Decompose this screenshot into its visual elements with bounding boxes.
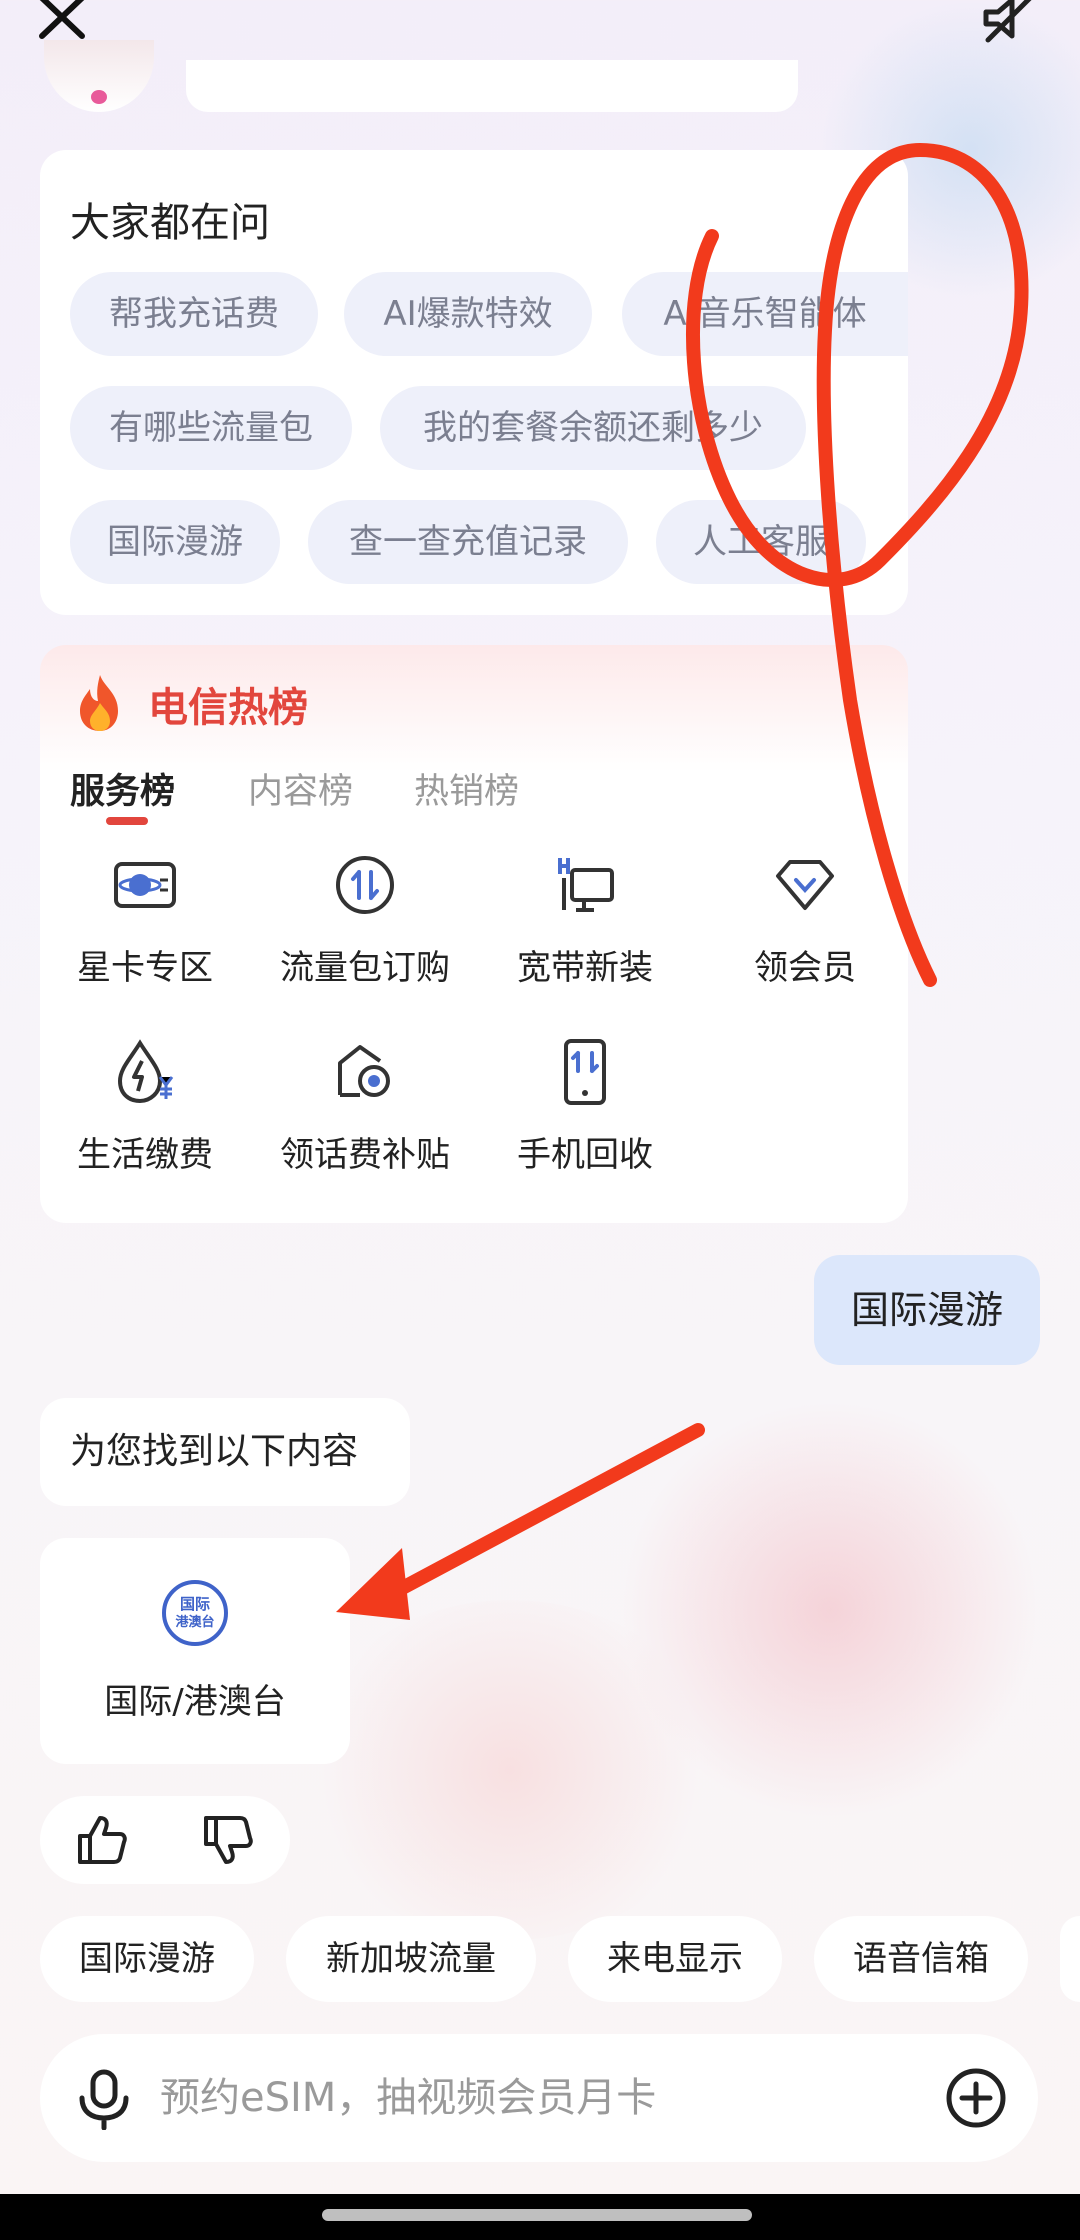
chat-input-field[interactable]: 预约eSIM，抽视频会员月卡 bbox=[160, 2034, 656, 2162]
service-label: 领会员 bbox=[754, 948, 856, 988]
fire-icon bbox=[80, 675, 118, 731]
service-label: 星卡专区 bbox=[77, 948, 213, 988]
thumbs-down-icon[interactable] bbox=[202, 1814, 254, 1866]
service-data-package[interactable]: 流量包订购 bbox=[260, 850, 470, 989]
suggestion-chip-partial[interactable] bbox=[1060, 1916, 1080, 2002]
svg-text:国际: 国际 bbox=[180, 1595, 210, 1613]
background-glow bbox=[300, 1600, 720, 1940]
telecom-hot-list-card: 电信热榜 服务榜 内容榜 热销榜 星卡专区 流量包订购 宽带新装 领会员 生活缴… bbox=[40, 645, 908, 1223]
service-label: 宽带新装 bbox=[517, 948, 653, 988]
service-broadband[interactable]: 宽带新装 bbox=[480, 850, 690, 989]
planet-card-icon bbox=[114, 862, 176, 908]
speaker-muted-icon[interactable] bbox=[980, 0, 1040, 46]
question-chip[interactable]: 查一查充值记录 bbox=[308, 500, 628, 584]
question-chip[interactable]: 帮我充话费 bbox=[70, 272, 318, 356]
question-chip[interactable]: 有哪些流量包 bbox=[70, 386, 352, 470]
add-plus-icon[interactable] bbox=[944, 2066, 1008, 2130]
service-label: 流量包订购 bbox=[280, 948, 450, 988]
international-roaming-icon: 国际 港澳台 bbox=[162, 1580, 228, 1646]
phone-recycle-icon bbox=[564, 1039, 606, 1105]
popular-questions-title: 大家都在问 bbox=[70, 200, 270, 246]
suggestion-chip[interactable]: 新加坡流量 bbox=[286, 1916, 536, 2002]
question-chip[interactable]: 国际漫游 bbox=[70, 500, 280, 584]
service-subsidy[interactable]: 领话费补贴 bbox=[260, 1037, 470, 1176]
service-star-card[interactable]: 星卡专区 bbox=[40, 850, 250, 989]
close-icon[interactable] bbox=[36, 0, 92, 44]
suggestion-chip[interactable]: 国际漫游 bbox=[40, 1916, 254, 2002]
question-chip[interactable]: 我的套餐余额还剩多少 bbox=[380, 386, 806, 470]
service-label: 手机回收 bbox=[517, 1135, 653, 1175]
service-phone-recycle[interactable]: 手机回收 bbox=[480, 1037, 690, 1176]
user-message-bubble: 国际漫游 bbox=[814, 1255, 1040, 1365]
hot-list-title: 电信热榜 bbox=[148, 685, 308, 731]
feedback-bar bbox=[40, 1796, 290, 1884]
tab-content[interactable]: 内容榜 bbox=[248, 763, 353, 814]
svg-text:港澳台: 港澳台 bbox=[175, 1614, 214, 1630]
diamond-icon bbox=[776, 860, 834, 910]
active-tab-indicator bbox=[106, 817, 148, 825]
question-chip[interactable]: AI音乐智能体 bbox=[622, 272, 908, 356]
service-label: 领话费补贴 bbox=[280, 1135, 450, 1175]
question-chip[interactable]: 人工客服 bbox=[656, 500, 866, 584]
microphone-icon[interactable] bbox=[74, 2068, 134, 2130]
service-label: 生活缴费 bbox=[77, 1135, 213, 1175]
assistant-avatar bbox=[44, 40, 154, 112]
popular-questions-card: 大家都在问 帮我充话费 AI爆款特效 AI音乐智能体 有哪些流量包 我的套餐余额… bbox=[40, 150, 908, 615]
thumbs-up-icon[interactable] bbox=[76, 1814, 128, 1866]
service-membership[interactable]: 领会员 bbox=[700, 850, 910, 989]
home-indicator[interactable] bbox=[322, 2209, 752, 2221]
broadband-icon bbox=[558, 858, 614, 912]
result-card-international[interactable]: 国际 港澳台 国际/港澳台 bbox=[40, 1538, 350, 1764]
utility-bill-icon bbox=[117, 1039, 174, 1104]
suggestion-chip[interactable]: 语音信箱 bbox=[814, 1916, 1028, 2002]
suggestion-chip[interactable]: 来电显示 bbox=[568, 1916, 782, 2002]
previous-message-bubble bbox=[186, 60, 798, 112]
chat-input-bar: 预约eSIM，抽视频会员月卡 bbox=[40, 2034, 1038, 2162]
question-chip[interactable]: AI爆款特效 bbox=[344, 272, 592, 356]
bot-message-bubble: 为您找到以下内容 bbox=[40, 1398, 410, 1506]
tab-service[interactable]: 服务榜 bbox=[70, 763, 175, 814]
service-utility-payment[interactable]: 生活缴费 bbox=[40, 1037, 250, 1176]
subsidy-icon bbox=[338, 1045, 390, 1097]
tab-hot-sales[interactable]: 热销榜 bbox=[414, 763, 519, 814]
data-arrows-icon bbox=[336, 856, 394, 914]
result-label: 国际/港澳台 bbox=[104, 1682, 286, 1722]
